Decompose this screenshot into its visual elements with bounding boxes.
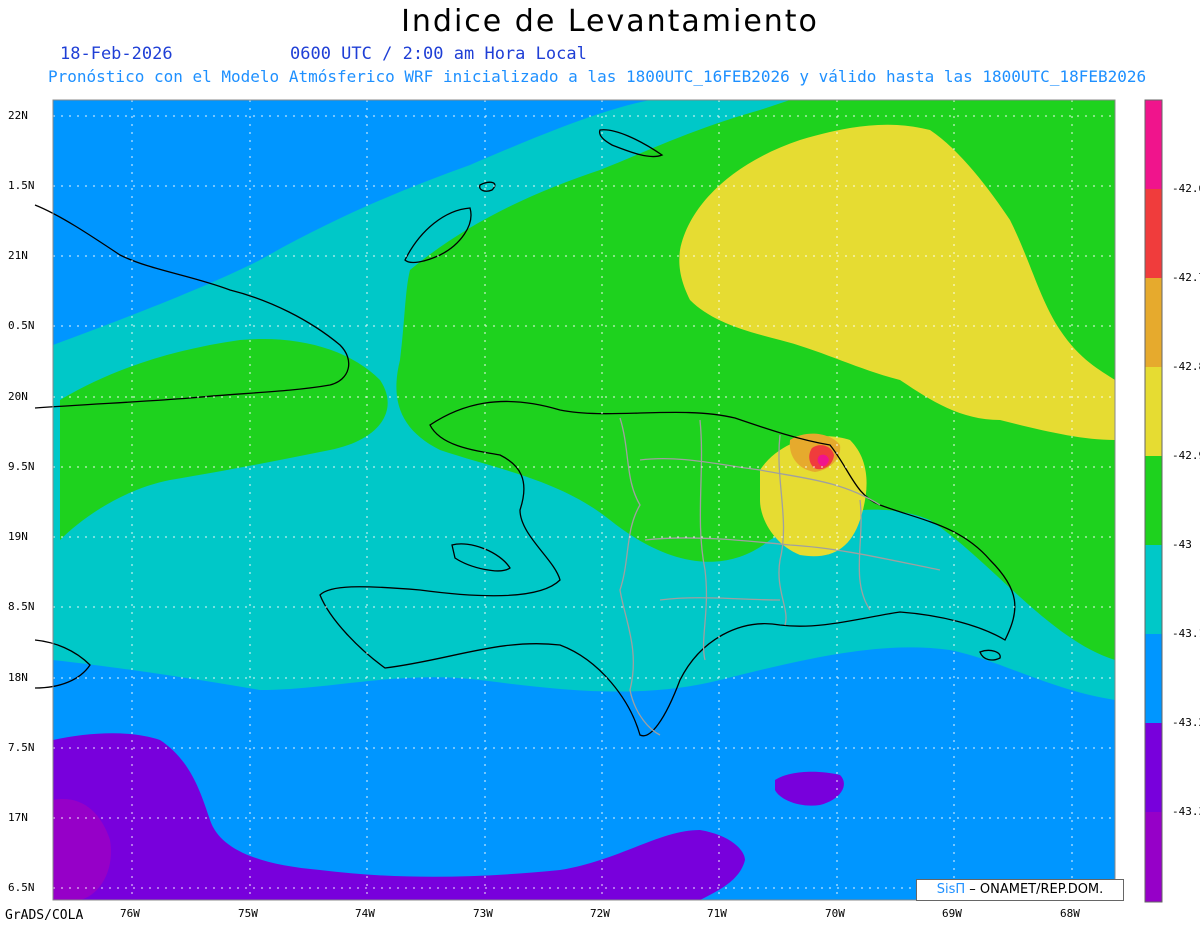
lat-label: 17N (8, 811, 28, 824)
lon-label: 70W (825, 907, 845, 920)
colorbar-label: -43.2 (1172, 716, 1200, 729)
colorbar-swatch (1145, 367, 1162, 456)
lat-label: 6.5N (8, 881, 35, 894)
lon-label: 72W (590, 907, 610, 920)
credit-org: – ONAMET/REP.DOM. (969, 882, 1104, 897)
lat-label: 0.5N (8, 319, 35, 332)
colorbar-swatch (1145, 456, 1162, 545)
colorbar-label: -43 (1172, 538, 1192, 551)
contour-field (53, 100, 1115, 900)
colorbar-swatch (1145, 545, 1162, 634)
lat-label: 8.5N (8, 600, 35, 613)
lifted-index-map (34, 99, 1163, 903)
lon-label: 74W (355, 907, 375, 920)
lon-label: 75W (238, 907, 258, 920)
lat-label: 9.5N (8, 460, 35, 473)
colorbar-label: -42.8 (1172, 360, 1200, 373)
colorbar-swatch (1145, 812, 1162, 902)
lon-label: 71W (707, 907, 727, 920)
lat-label: 19N (8, 530, 28, 543)
lat-label: 1.5N (8, 179, 35, 192)
colorbar-swatch (1145, 634, 1162, 723)
colorbar-swatch (1145, 278, 1162, 367)
grads-footer: GrADS/COLA (5, 908, 84, 923)
lat-label: 7.5N (8, 741, 35, 754)
lat-label: 20N (8, 390, 28, 403)
lat-label: 22N (8, 109, 28, 122)
lat-label: 18N (8, 671, 28, 684)
colorbar (1144, 99, 1163, 903)
lon-label: 68W (1060, 907, 1080, 920)
colorbar-label: -42.6 (1172, 182, 1200, 195)
colorbar-swatch (1145, 723, 1162, 812)
colorbar-label: -42.9 (1172, 449, 1200, 462)
credit-box: SisΠ – ONAMET/REP.DOM. (916, 879, 1124, 901)
colorbar-swatch (1145, 100, 1162, 189)
colorbar-label: -42.7 (1172, 271, 1200, 284)
lon-label: 73W (473, 907, 493, 920)
colorbar-label: -43.1 (1172, 627, 1200, 640)
lon-label: 69W (942, 907, 962, 920)
lon-label: 76W (120, 907, 140, 920)
lat-label: 21N (8, 249, 28, 262)
colorbar-swatch (1145, 189, 1162, 278)
credit-brand: SisΠ (936, 882, 966, 897)
colorbar-label: -43.3 (1172, 805, 1200, 818)
